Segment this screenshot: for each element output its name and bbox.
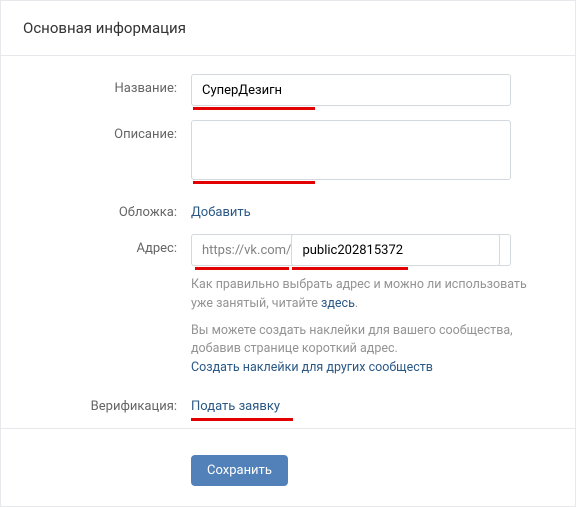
cover-add-link[interactable]: Добавить	[191, 198, 251, 220]
description-label: Описание:	[23, 120, 191, 184]
help-text-pre: Как правильно выбрать адрес и можно ли и…	[191, 277, 527, 311]
address-label: Адрес:	[23, 234, 191, 378]
row-address: Адрес: https://vk.com/ Как правильно выб…	[23, 234, 553, 378]
address-help-2: Вы можете создать наклейки для вашего со…	[191, 322, 527, 378]
address-help-1: Как правильно выбрать адрес и можно ли и…	[191, 276, 527, 314]
name-label: Название:	[23, 74, 191, 106]
help-text-post: .	[355, 296, 358, 311]
row-name: Название:	[23, 74, 553, 106]
annotation-underline	[191, 418, 293, 421]
annotation-underline	[193, 181, 315, 184]
description-input[interactable]	[191, 120, 511, 180]
address-prefix: https://vk.com/	[202, 243, 291, 258]
cover-label: Обложка:	[23, 198, 191, 220]
address-help-link[interactable]: здесь	[321, 296, 355, 311]
panel-footer: Сохранить	[1, 439, 575, 506]
annotation-underline	[195, 267, 289, 270]
verification-link[interactable]: Подать заявку	[191, 392, 280, 414]
annotation-underline	[292, 267, 408, 270]
row-cover: Обложка: Добавить	[23, 198, 553, 220]
address-field-wrap: https://vk.com/	[191, 234, 511, 266]
panel-body: Название: Описание: Обложка: Добавить Ад…	[1, 56, 575, 439]
help-text-2: Вы можете создать наклейки для вашего со…	[191, 323, 513, 357]
row-verification: Верификация: Подать заявку	[23, 392, 553, 414]
annotation-underline	[193, 107, 315, 110]
main-panel: Основная информация Название: Описание: …	[0, 0, 576, 507]
stickers-link[interactable]: Создать наклейки для других сообществ	[191, 360, 433, 375]
divider	[1, 428, 575, 429]
panel-title: Основная информация	[1, 1, 575, 56]
save-button[interactable]: Сохранить	[191, 455, 288, 486]
address-input[interactable]	[291, 234, 500, 266]
verification-label: Верификация:	[23, 392, 191, 414]
row-description: Описание:	[23, 120, 553, 184]
name-input[interactable]	[191, 74, 511, 106]
